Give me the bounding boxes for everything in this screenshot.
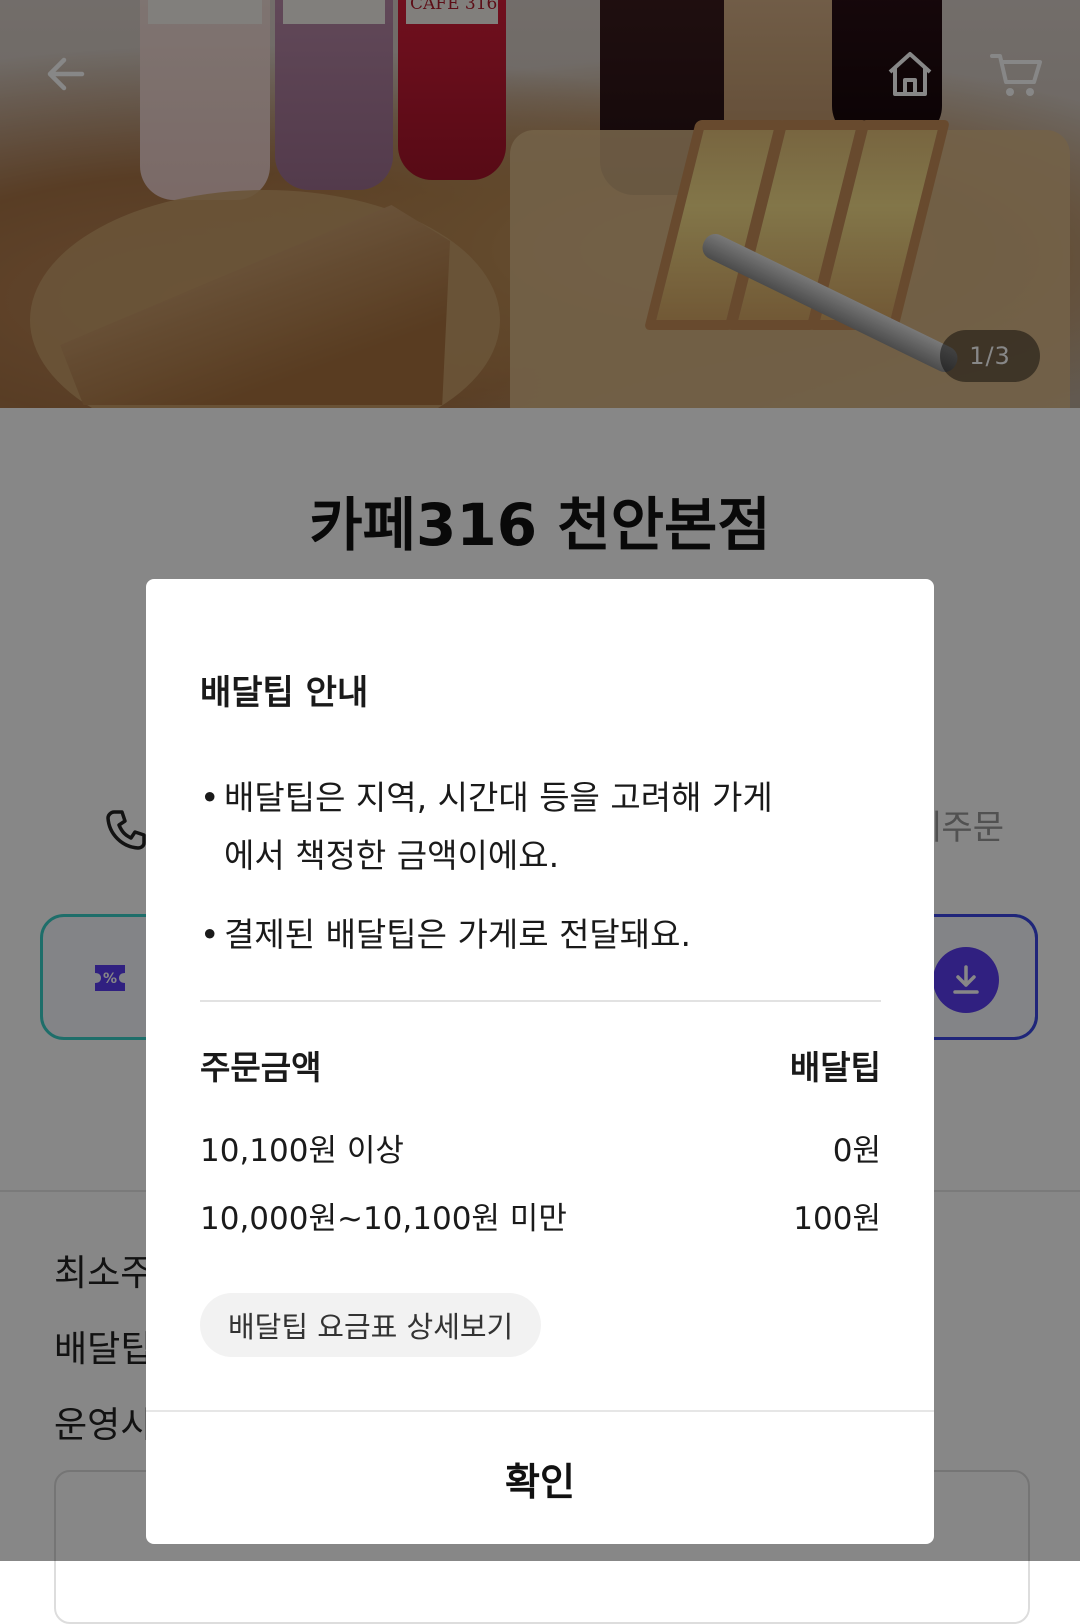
- order-amount-cell: 10,100원 이상: [200, 1133, 404, 1169]
- dialog-title: 배달팁 안내: [200, 673, 369, 713]
- tip-table-detail-button[interactable]: 배달팁 요금표 상세보기: [200, 1293, 542, 1357]
- dialog-divider: [200, 1000, 881, 1002]
- info-bullet: 결제된 배달팁은 가게로 전달돼요.: [200, 906, 800, 964]
- tip-cell: 100원: [793, 1201, 881, 1237]
- tip-table-row: 10,100원 이상 0원: [200, 1125, 881, 1170]
- info-bullet: 배달팁은 지역, 시간대 등을 고려해 가게에서 책정한 금액이에요.: [200, 769, 800, 885]
- confirm-button[interactable]: 확인: [146, 1412, 934, 1544]
- delivery-tip-dialog: 배달팁 안내 배달팁은 지역, 시간대 등을 고려해 가게에서 책정한 금액이에…: [146, 579, 934, 1544]
- tip-cell: 0원: [832, 1133, 881, 1169]
- column-delivery-tip: 배달팁: [789, 1048, 881, 1087]
- column-order-amount: 주문금액: [200, 1048, 322, 1087]
- tip-table-header: 주문금액 배달팁: [200, 1041, 881, 1089]
- tip-table-row: 10,000원~10,100원 미만 100원: [200, 1193, 881, 1238]
- order-amount-cell: 10,000원~10,100원 미만: [200, 1201, 567, 1237]
